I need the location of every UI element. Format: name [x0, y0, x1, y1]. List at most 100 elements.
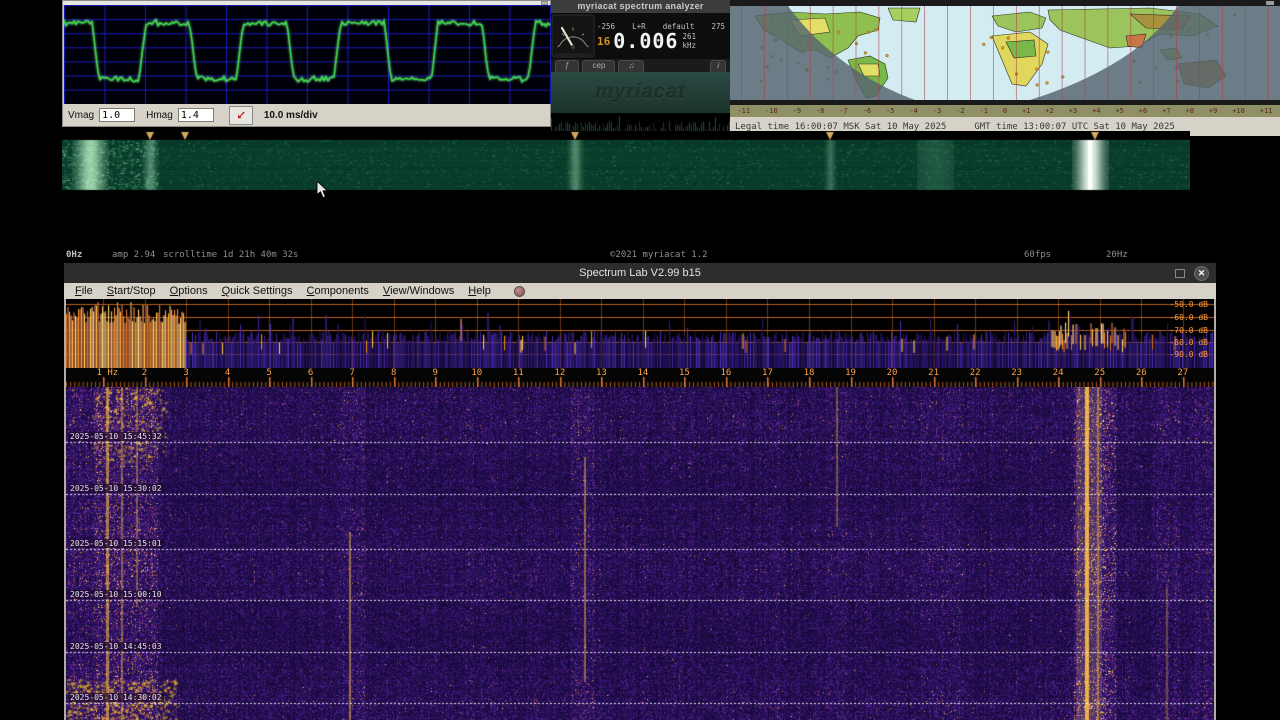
freq-label-2: 2	[141, 368, 148, 378]
tz-label: 0	[1002, 107, 1008, 115]
menu-file[interactable]: File	[68, 285, 100, 297]
tab-cepstrum[interactable]: cep	[582, 60, 616, 72]
readout-unit: kHz	[682, 41, 697, 50]
myriacat-window: myriacat spectrum analyzer -256 L+R defa…	[551, 0, 730, 135]
myriacat-tab-row: ƒ cep ♫ i	[551, 59, 730, 72]
timestamp-0: 2025-05-10 15:45:32	[68, 432, 164, 441]
tz-label: -10	[765, 107, 778, 115]
menu-start-stop[interactable]: Start/Stop	[100, 285, 163, 297]
spectrumlab-window: Spectrum Lab V2.99 b15 ✕ File Start/Stop O…	[64, 263, 1216, 720]
freq-label-1: 1 Hz	[96, 368, 119, 378]
freq-label-18: 18	[803, 368, 815, 378]
myriacat-body: myriacat	[551, 72, 730, 113]
spectrumlab-titlebar[interactable]: Spectrum Lab V2.99 b15 ✕	[64, 263, 1216, 283]
freq-label-9: 9	[432, 368, 438, 378]
tz-label: -9	[792, 107, 802, 115]
tz-label: +8	[1185, 107, 1194, 115]
tz-label: -5	[886, 107, 895, 115]
map-window: -11 -10 -9 -8 -7 -6 -5 -4 -3 -2 -1 0 +1 +2 +3 +4 +5 +6 +7 +…	[730, 0, 1280, 136]
freq-label-4: 4	[224, 368, 231, 378]
oscilloscope-window: Vmag Hmag ➘ 10.0 ms/div	[62, 0, 551, 127]
level-gauge	[551, 14, 595, 58]
freq-label-8: 8	[390, 368, 397, 378]
freq-label-3: 3	[183, 368, 189, 378]
tz-label: -1	[979, 107, 988, 115]
tz-label: -3	[932, 107, 942, 115]
tab-function[interactable]: ƒ	[555, 60, 580, 72]
spectrum-display-canvas[interactable]	[66, 299, 1214, 368]
close-icon: ✕	[1197, 267, 1206, 278]
world-map	[730, 6, 1280, 100]
tz-label: -6	[862, 107, 872, 115]
status-item-2: scrolltime 1d 21h 40m 32s	[163, 250, 299, 260]
trigger-button[interactable]: ➘	[228, 105, 253, 125]
status-item-3: ©2021 myriacat 1.2	[610, 250, 708, 260]
freq-label-16: 16	[720, 368, 732, 378]
freq-label-10: 10	[471, 368, 483, 378]
map-close-box[interactable]	[1266, 1, 1274, 5]
freq-label-11: 11	[512, 368, 524, 378]
tz-label: +10	[1232, 107, 1245, 115]
hmag-label: Hmag	[146, 109, 173, 121]
waterfall-display-canvas[interactable]	[66, 387, 1214, 720]
status-item-4: 60fps	[1024, 250, 1052, 260]
tz-label: +4	[1092, 107, 1101, 115]
tz-label: +1	[1021, 107, 1031, 115]
tz-label: -7	[839, 107, 848, 115]
db-label-3: -80.0 dB	[1169, 338, 1208, 347]
oscilloscope-controls: Vmag Hmag ➘ 10.0 ms/div	[63, 104, 550, 126]
freq-label-26: 26	[1135, 368, 1147, 378]
menu-components[interactable]: Components	[300, 285, 376, 297]
hmag-input[interactable]	[177, 108, 214, 122]
myriacat-readout: -256 L+R default 275 16 0.006 261 kHz	[595, 13, 730, 59]
myriacat-waterfall-canvas	[62, 131, 1190, 192]
freq-label-14: 14	[637, 368, 649, 378]
tz-label: -8	[815, 107, 825, 115]
menu-options[interactable]: Options	[163, 285, 215, 297]
tz-label: -11	[737, 107, 751, 115]
freq-label-20: 20	[886, 368, 898, 378]
db-label-4: -90.0 dB	[1169, 350, 1208, 359]
trigger-arrow-icon: ➘	[235, 108, 246, 122]
timezone-labels: -11 -10 -9 -8 -7 -6 -5 -4 -3 -2 -1 0 +1 +2 +3 +4 +5 +6 +7 +…	[730, 105, 1280, 117]
map-titlebar[interactable]	[730, 0, 1280, 6]
status-item-5: 20Hz	[1106, 250, 1128, 260]
gmt-time-text: GMT time 13:00:07 UTC Sat 10 May 2025	[974, 121, 1175, 132]
freq-label-15: 15	[678, 368, 690, 378]
db-label-2: -70.0 dB	[1169, 326, 1208, 335]
timebase-label: 10.0 ms/div	[263, 109, 318, 121]
freq-label-23: 23	[1011, 368, 1023, 378]
oscilloscope-trace-canvas	[64, 5, 551, 104]
legal-time-text: Legal time 16:00:07 MSK Sat 10 May 2025	[735, 121, 947, 132]
tz-label: +2	[1045, 107, 1054, 115]
close-button[interactable]: ✕	[1194, 265, 1209, 281]
freq-label-27: 27	[1177, 368, 1189, 378]
timestamp-5: 2025-05-10 14:30:02	[68, 693, 164, 702]
menu-view-windows[interactable]: View/Windows	[376, 285, 461, 297]
tab-notes[interactable]: ♫	[618, 60, 645, 72]
vmag-label: Vmag	[68, 109, 95, 121]
desktop: Vmag Hmag ➘ 10.0 ms/div myriacat spectru…	[0, 0, 1280, 720]
freq-label-12: 12	[554, 368, 566, 378]
tz-label: -4	[909, 107, 918, 115]
freq-label-5: 5	[266, 368, 272, 378]
tab-info[interactable]: i	[710, 60, 726, 72]
myriacat-title: myriacat spectrum analyzer	[551, 0, 730, 13]
tz-label: +11	[1259, 107, 1273, 115]
myriacat-watermark: myriacat	[595, 81, 686, 103]
tz-label: +5	[1115, 107, 1124, 115]
freq-label-7: 7	[349, 368, 355, 378]
restore-button[interactable]	[1175, 268, 1185, 278]
myriacat-status-bar: 0Hz amp 2.94 scrolltime 1d 21h 40m 32s ©202…	[64, 248, 1216, 262]
menu-help[interactable]: Help	[461, 285, 498, 297]
timestamp-4: 2025-05-10 14:45:03	[68, 642, 164, 651]
menu-quick-settings[interactable]: Quick Settings	[215, 285, 300, 297]
tz-label: +7	[1162, 107, 1171, 115]
frequency-scale: 1 Hz 2 3 4 5 6 7 8 9 10 11 12 13 14 15 16 17 18 19 20 21 22 23…	[66, 368, 1214, 387]
tz-label: +9	[1208, 107, 1218, 115]
readout-index: 16	[597, 34, 611, 48]
status-led-icon	[513, 285, 525, 297]
timestamp-2: 2025-05-10 15:15:01	[68, 539, 164, 548]
status-item-0: 0Hz	[66, 250, 83, 260]
vmag-input[interactable]	[99, 108, 136, 122]
